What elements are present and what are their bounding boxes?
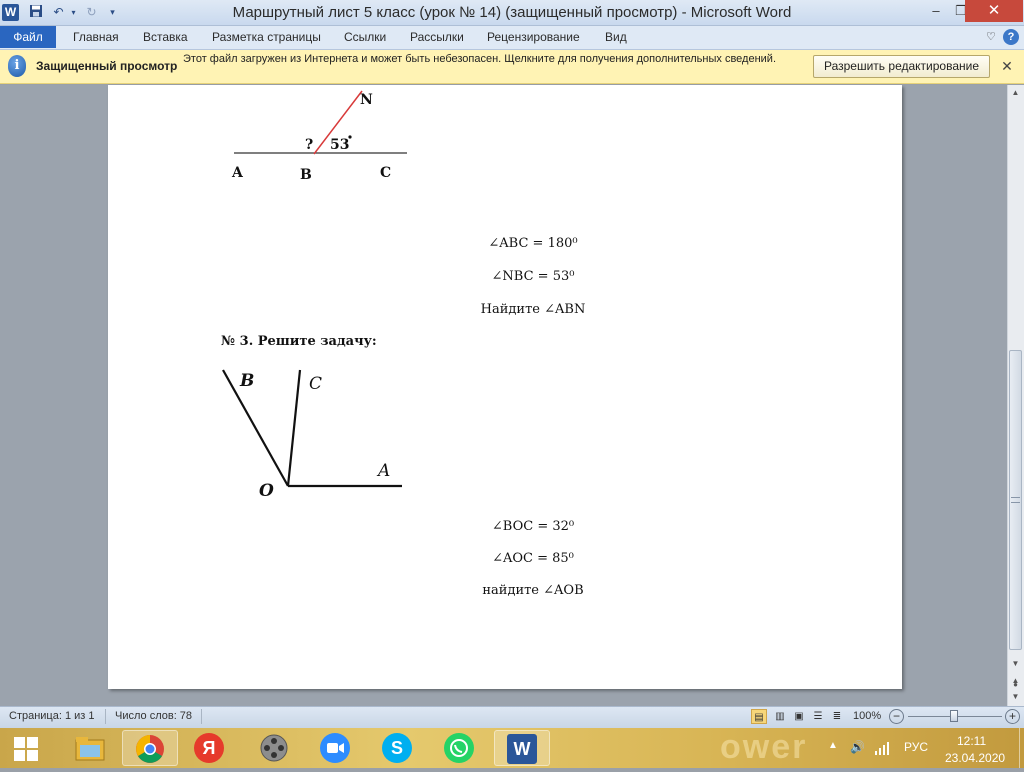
web-layout-icon[interactable]: ▣ [791, 709, 807, 724]
label-o: O [259, 481, 274, 500]
print-layout-icon[interactable]: ▤ [751, 709, 767, 724]
start-button[interactable] [8, 733, 44, 765]
taskbar-app-file-explorer[interactable] [62, 730, 118, 766]
status-divider [105, 709, 106, 724]
taskbar-app-media-player[interactable] [247, 730, 303, 766]
task3-line-find: найдите ∠AOB [482, 583, 584, 598]
tab-view[interactable]: Вид [605, 26, 627, 48]
clock-time[interactable]: 12:11 [957, 734, 986, 748]
select-browse-object-icon[interactable]: ● [1008, 681, 1023, 689]
figure-angle-abn: N ? 53 A B C [231, 90, 407, 183]
tab-references[interactable]: Ссылки [344, 26, 386, 48]
redo-icon[interactable]: ↻ [83, 4, 100, 21]
protected-view-title: Защищенный просмотр [36, 59, 178, 73]
label-a: A [376, 461, 390, 481]
close-button[interactable]: ✕ [965, 0, 1023, 22]
taskbar-app-yandex-browser[interactable]: Я [182, 730, 238, 766]
task2-line-nbc: ∠NBC = 53⁰ [491, 269, 575, 284]
page-count[interactable]: Страница: 1 из 1 [9, 710, 95, 722]
label-angle-53: 53 [330, 137, 349, 153]
zoom-level[interactable]: 100% [853, 710, 881, 722]
task2-line-find: Найдите ∠ABN [480, 302, 586, 317]
status-divider [201, 709, 202, 724]
zoom-in-icon[interactable]: + [1005, 709, 1020, 724]
task3-line-aoc: ∠AOC = 85⁰ [492, 551, 574, 566]
protected-view-message[interactable]: Этот файл загружен из Интернета и может … [183, 53, 783, 66]
tab-file[interactable]: Файл [0, 26, 56, 48]
label-c: C [309, 374, 322, 394]
zoom-slider-thumb[interactable] [950, 710, 958, 722]
word-app-icon[interactable]: W [2, 4, 19, 21]
task3-heading: № 3. Решите задачу: [221, 334, 377, 349]
ray-oc [286, 369, 302, 487]
scroll-up-icon[interactable]: ▲ [1008, 86, 1023, 100]
skype-icon: S [382, 733, 412, 763]
tab-review[interactable]: Рецензирование [487, 26, 580, 48]
taskbar-app-whatsapp[interactable] [432, 730, 488, 766]
windows-logo-icon [14, 737, 38, 761]
volume-icon[interactable]: 🔊 [850, 740, 865, 754]
taskbar-app-skype[interactable]: S [370, 730, 426, 766]
label-unknown-angle: ? [305, 137, 313, 153]
next-page-icon[interactable]: ▼ [1008, 690, 1023, 704]
help-icon[interactable]: ? [1003, 29, 1019, 45]
label-b: B [239, 371, 254, 391]
show-desktop-button[interactable] [1019, 728, 1024, 768]
scroll-grip-icon [1011, 497, 1020, 503]
ribbon-minimize-icon[interactable]: ♡ [986, 26, 996, 48]
zoom-camera-icon [320, 733, 350, 763]
full-screen-reading-icon[interactable]: ▥ [772, 709, 788, 724]
taskbar-app-word[interactable]: W [494, 730, 550, 766]
ray-ob [222, 369, 289, 487]
label-c: C [380, 165, 391, 181]
folder-icon [75, 737, 105, 761]
show-hidden-icons-icon[interactable]: ▲ [828, 740, 838, 751]
whatsapp-icon [444, 733, 474, 763]
taskbar-app-zoom[interactable] [308, 730, 364, 766]
chrome-icon [136, 735, 164, 763]
task2-line-abc: ∠ABC = 180⁰ [488, 236, 578, 251]
taskbar-app-chrome[interactable] [122, 730, 178, 766]
window-title: Маршрутный лист 5 класс (урок № 14) (защ… [232, 4, 792, 21]
network-icon[interactable] [874, 741, 890, 760]
label-a: A [231, 165, 244, 181]
figure-angle-aob: B C A O [222, 369, 402, 500]
degree-mark [348, 135, 352, 139]
tab-insert[interactable]: Вставка [143, 26, 188, 48]
tab-page-layout[interactable]: Разметка страницы [212, 26, 321, 48]
label-b: B [300, 167, 312, 183]
language-indicator[interactable]: РУС [904, 740, 928, 754]
document-page[interactable]: N ? 53 A B C ∠ABC = 180⁰ ∠NBC = 53⁰ Найд… [108, 85, 902, 689]
word-icon: W [507, 734, 537, 764]
wallpaper-watermark: ower [720, 728, 808, 766]
word-count[interactable]: Число слов: 78 [115, 710, 192, 722]
clock-date[interactable]: 23.04.2020 [945, 751, 1005, 765]
outline-view-icon[interactable]: ☰ [810, 709, 826, 724]
task3-line-boc: ∠BOC = 32⁰ [491, 519, 575, 534]
customize-icon[interactable]: ▾ [104, 4, 121, 21]
save-icon[interactable] [27, 4, 44, 21]
zoom-out-icon[interactable]: − [889, 709, 904, 724]
film-reel-icon [260, 734, 288, 762]
draft-view-icon[interactable]: ≣ [829, 709, 845, 724]
info-icon: i [8, 55, 26, 77]
minimize-button[interactable]: – [927, 0, 945, 22]
undo-dropdown-icon[interactable]: ▾ [65, 4, 82, 21]
scroll-down-icon[interactable]: ▼ [1008, 657, 1023, 671]
tab-home[interactable]: Главная [73, 26, 119, 48]
label-n: N [360, 92, 373, 108]
tab-mailings[interactable]: Рассылки [410, 26, 464, 48]
protected-bar-close-icon[interactable]: ✕ [998, 57, 1016, 75]
yandex-icon: Я [194, 733, 224, 763]
enable-editing-button[interactable]: Разрешить редактирование [813, 55, 990, 78]
